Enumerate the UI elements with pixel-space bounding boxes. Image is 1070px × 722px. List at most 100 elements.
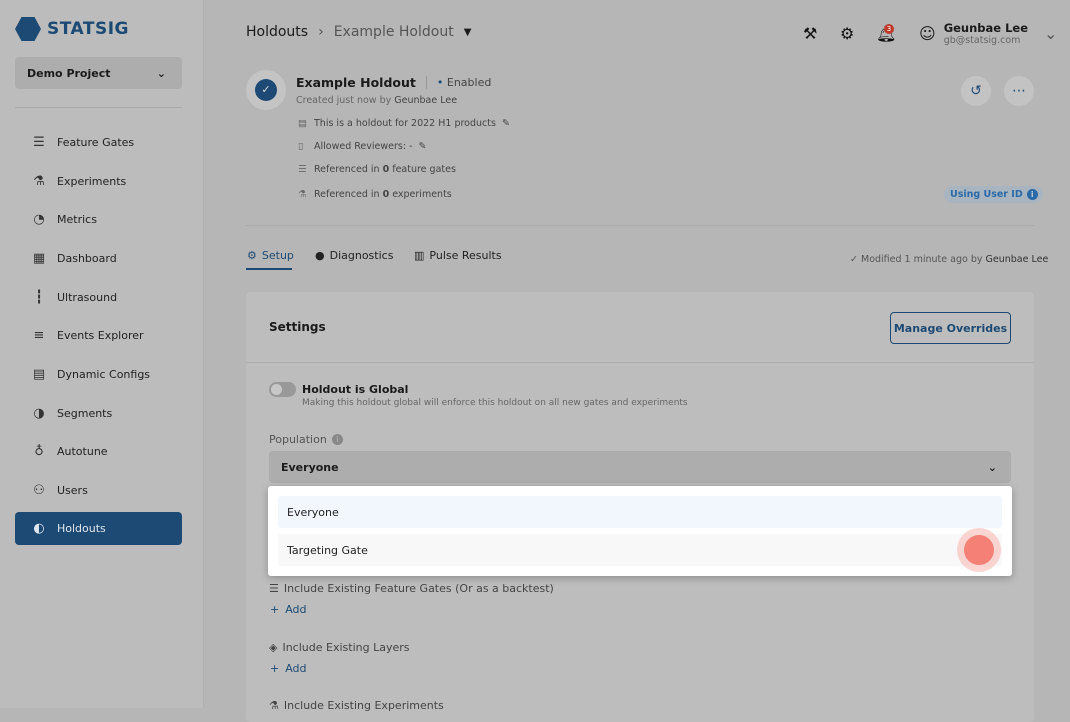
holdout-title: Example Holdout • Enabled <box>296 75 491 90</box>
modified-text: Modified 1 minute ago by <box>861 254 983 265</box>
tab-pulse-results[interactable]: ▥ Pulse Results <box>414 249 502 262</box>
manage-overrides-button[interactable]: Manage Overrides <box>890 312 1011 344</box>
info-icon: i <box>1026 189 1038 200</box>
global-description: Making this holdout global will enforce … <box>302 398 688 408</box>
label: Dynamic Configs <box>57 368 151 381</box>
holdout-name: Example Holdout <box>296 75 416 90</box>
sidebar: STATSIG Demo Project ⌄ ☰ Feature Gates ⚗ Ex… <box>0 0 204 708</box>
history-icon: ↺ <box>970 83 982 99</box>
check-icon: ✓ <box>850 254 858 265</box>
experiments-section: ⚗ Include Existing Experiments <box>269 699 444 712</box>
layers-icon: ◈ <box>269 641 278 654</box>
more-button[interactable]: ⋯ <box>1004 76 1034 106</box>
holdout-avatar: ✓ <box>246 70 286 110</box>
pencil-icon[interactable]: ✎ <box>502 118 510 129</box>
plus-icon: + <box>270 603 280 616</box>
status-text: Enabled <box>446 76 492 89</box>
config-icon: ▤ <box>32 367 46 382</box>
sidebar-item-autotune[interactable]: ♁ Autotune <box>15 435 182 468</box>
label: Events Explorer <box>57 329 144 342</box>
more-icon: ⋯ <box>1012 83 1026 99</box>
tab-label: Pulse Results <box>429 249 502 262</box>
status-badge: • Enabled <box>425 76 492 89</box>
exp-ref: Referenced in 0 experiments <box>314 189 452 200</box>
settings-title: Settings <box>269 320 326 334</box>
divider <box>15 107 182 108</box>
sidebar-item-dynamic-configs[interactable]: ▤ Dynamic Configs <box>15 358 182 391</box>
add-gate-button[interactable]: + Add <box>270 603 307 616</box>
divider <box>246 362 1034 363</box>
click-indicator <box>957 528 1001 572</box>
label: Metrics <box>57 213 97 226</box>
option-targeting-gate[interactable]: Targeting Gate <box>278 534 1002 566</box>
ref-text: Referenced in <box>314 164 383 175</box>
ref-text: experiments <box>389 189 452 200</box>
label: Dashboard <box>57 252 117 265</box>
feature-gates-section: ☰ Include Existing Feature Gates (Or as a… <box>269 582 554 595</box>
label: Users <box>57 484 88 497</box>
users-icon: ⚇ <box>33 483 45 498</box>
sidebar-item-experiments[interactable]: ⚗ Experiments <box>15 165 182 198</box>
pencil-icon[interactable]: ✎ <box>419 141 427 152</box>
caret-down-icon[interactable]: ▼ <box>464 27 472 38</box>
chevron-down-icon: ⌄ <box>987 460 997 474</box>
waveform-icon: ┇ <box>35 290 43 305</box>
population-label: Population i <box>269 433 343 446</box>
add-label: Add <box>285 662 307 675</box>
wrench-icon: ● <box>315 249 325 262</box>
modified-by: Geunbae Lee <box>985 254 1049 265</box>
sliders-icon: ☰ <box>33 135 45 150</box>
sliders-icon: ☰ <box>269 582 279 595</box>
option-label: Targeting Gate <box>287 543 368 557</box>
flask-icon: ⚗ <box>33 174 45 189</box>
breadcrumb-current[interactable]: Example Holdout <box>334 24 454 40</box>
sidebar-item-events-explorer[interactable]: ≡ Events Explorer <box>15 319 182 352</box>
sidebar-item-users[interactable]: ⚇ Users <box>15 474 182 507</box>
tools-icon[interactable]: ⚒ <box>803 24 817 43</box>
gates-ref-row: ☰ Referenced in 0 feature gates <box>298 164 456 175</box>
tab-diagnostics[interactable]: ● Diagnostics <box>315 249 393 262</box>
label: Holdouts <box>57 522 106 535</box>
sidebar-item-metrics[interactable]: ◔ Metrics <box>15 203 182 236</box>
global-toggle[interactable] <box>269 382 296 397</box>
gauge-icon: ◔ <box>33 212 45 227</box>
modified-info: ✓ Modified 1 minute ago by Geunbae Lee <box>850 254 1048 265</box>
label: Autotune <box>57 445 108 458</box>
info-icon[interactable]: i <box>331 434 343 445</box>
history-button[interactable]: ↺ <box>961 76 991 106</box>
brand-name: STATSIG <box>47 19 129 39</box>
user-menu[interactable]: ☺ Geunbae Lee gb@statsig.com ⌄ <box>919 21 1057 46</box>
reviewers-row: ▯ Allowed Reviewers: - ✎ <box>298 141 426 152</box>
sidebar-item-holdouts[interactable]: ◐ Holdouts <box>15 512 182 545</box>
breadcrumb-holdouts[interactable]: Holdouts <box>246 24 308 40</box>
clipboard-icon: ▯ <box>298 141 304 152</box>
gates-ref: Referenced in 0 feature gates <box>314 164 456 175</box>
sidebar-item-feature-gates[interactable]: ☰ Feature Gates <box>15 126 182 159</box>
selected-value: Everyone <box>281 460 339 474</box>
divider <box>246 225 1034 226</box>
bar-chart-icon: ▥ <box>414 249 425 262</box>
search-list-icon: ≡ <box>33 328 45 343</box>
sidebar-item-ultrasound[interactable]: ┇ Ultrasound <box>15 281 182 314</box>
notification-badge: 3 <box>884 24 894 34</box>
option-everyone[interactable]: Everyone <box>278 496 1002 528</box>
layers-section: ◈ Include Existing Layers <box>269 641 409 654</box>
gear-icon[interactable]: ⚙ <box>840 24 854 43</box>
user-email: gb@statsig.com <box>943 35 1021 46</box>
add-layer-button[interactable]: + Add <box>270 662 307 675</box>
ref-text: Referenced in <box>314 189 383 200</box>
section-title: Include Existing Experiments <box>283 699 444 712</box>
statsig-logo[interactable]: STATSIG <box>15 17 129 41</box>
sidebar-item-dashboard[interactable]: ▦ Dashboard <box>15 242 182 275</box>
holdout-icon: ✓ <box>255 79 277 101</box>
creator: Geunbae Lee <box>394 95 458 106</box>
id-type-badge[interactable]: Using User ID i <box>944 186 1043 203</box>
note-icon: ▤ <box>298 118 307 129</box>
tab-label: Setup <box>261 249 294 262</box>
tab-setup[interactable]: ⚙ Setup <box>247 249 294 262</box>
sidebar-item-segments[interactable]: ◑ Segments <box>15 397 182 430</box>
description: This is a holdout for 2022 H1 products <box>314 118 496 129</box>
label: Experiments <box>57 175 127 188</box>
population-select[interactable]: Everyone ⌄ <box>269 451 1011 483</box>
project-selector[interactable]: Demo Project ⌄ <box>15 57 182 89</box>
